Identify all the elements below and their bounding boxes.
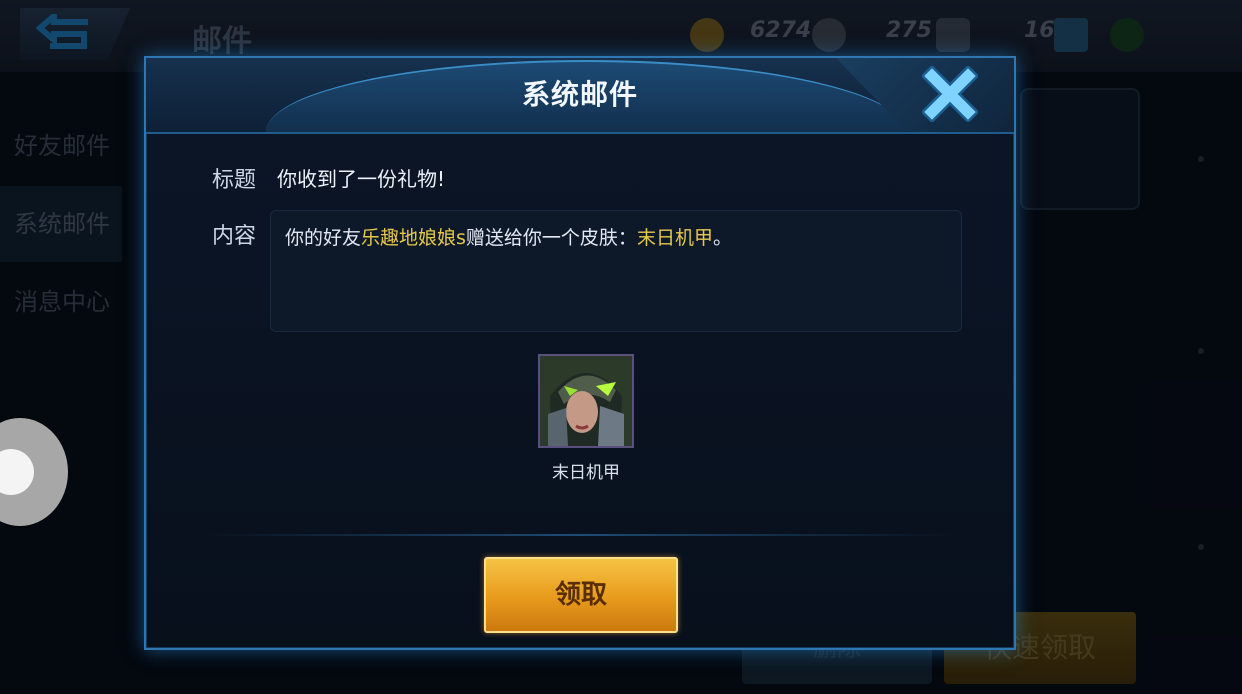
- friend-name: 乐趣地娘娘s: [361, 227, 466, 249]
- subject-label: 标题: [212, 168, 257, 193]
- close-button[interactable]: [920, 64, 980, 124]
- content-text: 你的好友乐趣地娘娘s赠送给你一个皮肤：末日机甲。: [285, 223, 732, 250]
- system-mail-dialog: 系统邮件 标题 你收到了一份礼物! 内容 你的好友乐趣地娘娘s赠送给你一个皮肤：…: [144, 56, 1016, 650]
- subject-value: 你收到了一份礼物!: [277, 167, 446, 191]
- claim-button[interactable]: 领取: [484, 557, 678, 633]
- skin-portrait-icon: [540, 356, 632, 446]
- close-icon: [920, 64, 980, 124]
- reward-item-name: 末日机甲: [552, 463, 620, 483]
- content-prefix: 你的好友: [285, 227, 362, 249]
- content-suffix: 。: [712, 227, 732, 249]
- divider: [206, 534, 954, 536]
- reward-item-slot[interactable]: [538, 354, 634, 448]
- content-middle: 赠送给你一个皮肤：: [465, 227, 637, 249]
- content-label: 内容: [212, 224, 257, 249]
- dialog-title: 系统邮件: [521, 78, 638, 111]
- dialog-header: 系统邮件: [146, 58, 1014, 134]
- skin-name-highlight: 末日机甲: [636, 227, 713, 249]
- content-box: 你的好友乐趣地娘娘s赠送给你一个皮肤：末日机甲。: [270, 210, 962, 332]
